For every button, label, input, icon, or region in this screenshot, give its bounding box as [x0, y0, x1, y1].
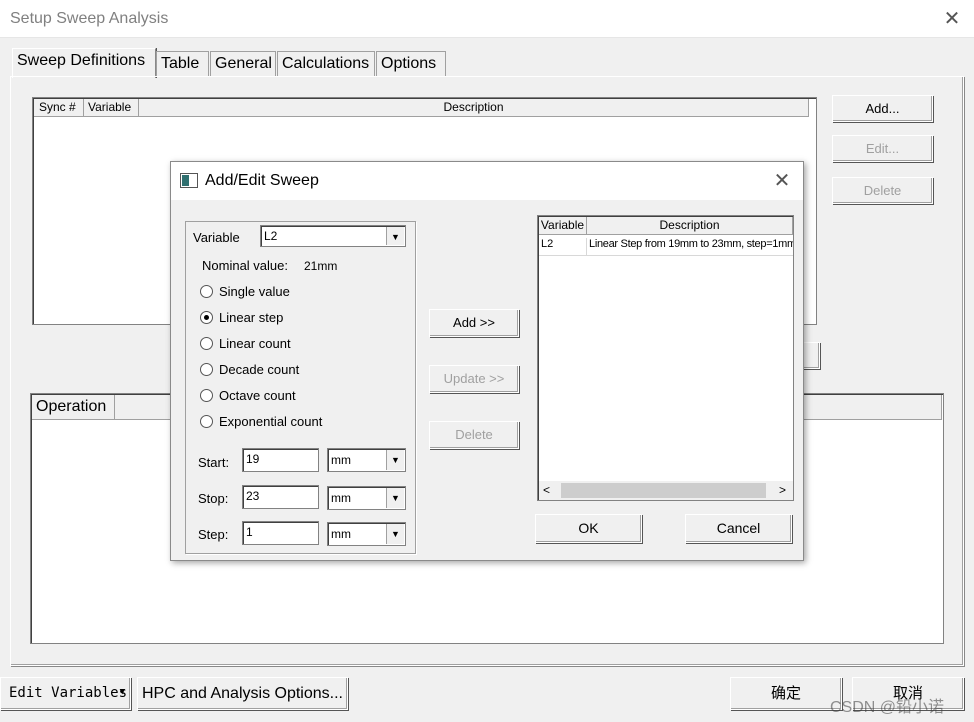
- scroll-right-icon[interactable]: >: [779, 481, 786, 500]
- watermark: CSDN @铅小诺: [830, 699, 945, 716]
- stop-input[interactable]: 23: [242, 485, 319, 509]
- ok-button[interactable]: 确定: [730, 677, 842, 710]
- start-label: Start:: [198, 455, 230, 470]
- dialog-update-button[interactable]: Update >>: [429, 365, 519, 393]
- chevron-down-icon: ▼: [119, 687, 125, 697]
- dialog-close-icon[interactable]: ✕: [771, 171, 793, 191]
- radio-exponential-count[interactable]: [200, 415, 213, 428]
- chevron-down-icon: ▼: [386, 450, 404, 470]
- radio-decade-count[interactable]: [200, 363, 213, 376]
- tab-calculations[interactable]: Calculations: [277, 51, 375, 77]
- list-item-variable: L2: [541, 238, 587, 256]
- column-header-variable[interactable]: Variable: [84, 99, 139, 117]
- radio-label-single-value[interactable]: Single value: [219, 284, 290, 299]
- dialog-delete-button[interactable]: Delete: [429, 421, 519, 449]
- radio-linear-step[interactable]: [200, 311, 213, 324]
- nominal-value-label: Nominal value:: [202, 258, 288, 273]
- scrollbar-thumb[interactable]: [561, 483, 766, 498]
- step-input[interactable]: 1: [242, 521, 319, 545]
- step-unit-value: mm: [331, 527, 351, 541]
- nominal-value: 21mm: [304, 259, 338, 273]
- dialog-add-button[interactable]: Add >>: [429, 309, 519, 337]
- radio-single-value[interactable]: [200, 285, 213, 298]
- scroll-left-icon[interactable]: <: [543, 481, 550, 500]
- window-title: Setup Sweep Analysis: [10, 10, 169, 27]
- edit-variables-button[interactable]: Edit Variables ▼: [0, 677, 131, 710]
- variable-label: Variable: [193, 230, 240, 245]
- add-sweep-button[interactable]: Add...: [832, 95, 933, 122]
- horizontal-scrollbar[interactable]: < >: [539, 481, 793, 500]
- radio-label-linear-step[interactable]: Linear step: [219, 310, 283, 325]
- stop-label: Stop:: [198, 491, 229, 506]
- radio-label-octave-count[interactable]: Octave count: [219, 388, 296, 403]
- step-unit-select[interactable]: mm ▼: [327, 522, 406, 546]
- add-edit-sweep-dialog: Add/Edit Sweep ✕ Variable L2 ▼ Nominal v…: [170, 161, 804, 561]
- dialog-title: Add/Edit Sweep: [205, 172, 319, 189]
- dialog-cancel-button[interactable]: Cancel: [685, 514, 792, 543]
- radio-label-linear-count[interactable]: Linear count: [219, 336, 291, 351]
- chevron-down-icon: ▼: [386, 227, 404, 245]
- sweep-settings-group: Variable L2 ▼ Nominal value: 21mm Single…: [185, 221, 416, 554]
- list-header-variable[interactable]: Variable: [539, 217, 587, 235]
- start-input[interactable]: 19: [242, 448, 319, 472]
- column-header-description[interactable]: Description: [139, 99, 809, 117]
- list-item[interactable]: L2 Linear Step from 19mm to 23mm, step=1…: [539, 236, 794, 256]
- column-header-sync[interactable]: Sync #: [34, 99, 84, 117]
- tab-general[interactable]: General: [210, 51, 276, 77]
- hpc-options-button[interactable]: HPC and Analysis Options...: [137, 677, 348, 710]
- delete-sweep-button[interactable]: Delete: [832, 177, 933, 204]
- window-title-bar: Setup Sweep Analysis ✕: [0, 0, 974, 38]
- radio-label-exponential-count[interactable]: Exponential count: [219, 414, 322, 429]
- dialog-title-bar: Add/Edit Sweep ✕: [171, 162, 803, 200]
- tab-options[interactable]: Options: [376, 51, 446, 77]
- dialog-ok-button[interactable]: OK: [535, 514, 642, 543]
- column-header-operation[interactable]: Operation: [32, 395, 115, 420]
- step-label: Step:: [198, 527, 229, 542]
- list-header-description[interactable]: Description: [587, 217, 793, 235]
- edit-sweep-button[interactable]: Edit...: [832, 135, 933, 162]
- chevron-down-icon: ▼: [386, 524, 404, 544]
- list-item-description: Linear Step from 19mm to 23mm, step=1mm: [589, 238, 794, 250]
- chevron-down-icon: ▼: [386, 488, 404, 508]
- tab-sweep-definitions[interactable]: Sweep Definitions: [12, 48, 156, 78]
- close-icon[interactable]: ✕: [940, 9, 964, 29]
- edit-variables-label: Edit Variables: [9, 685, 128, 701]
- radio-linear-count[interactable]: [200, 337, 213, 350]
- radio-octave-count[interactable]: [200, 389, 213, 402]
- stop-unit-select[interactable]: mm ▼: [327, 486, 406, 510]
- window-icon: [180, 173, 198, 188]
- variable-select[interactable]: L2 ▼: [260, 225, 406, 247]
- start-unit-select[interactable]: mm ▼: [327, 448, 406, 472]
- sweep-list[interactable]: Variable Description L2 Linear Step from…: [537, 215, 794, 501]
- tab-table[interactable]: Table: [156, 51, 209, 77]
- radio-label-decade-count[interactable]: Decade count: [219, 362, 299, 377]
- stop-unit-value: mm: [331, 491, 351, 505]
- start-unit-value: mm: [331, 453, 351, 467]
- variable-select-value: L2: [264, 229, 278, 243]
